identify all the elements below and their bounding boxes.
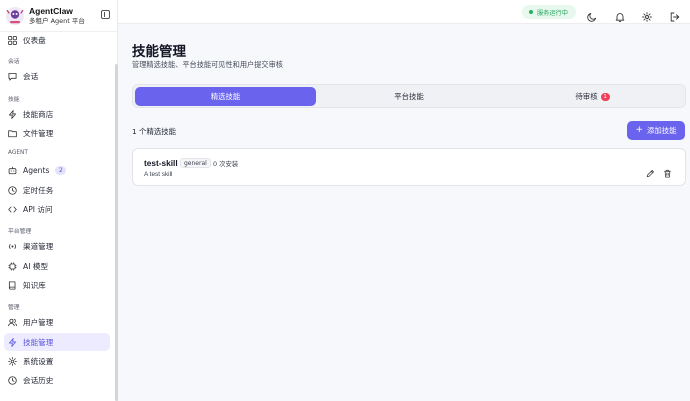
- sidebar-item-ai-models[interactable]: AI 模型: [4, 257, 110, 275]
- plus-icon: +: [635, 125, 643, 135]
- lightning-icon: [8, 109, 17, 119]
- brand-subtitle: 多租户 Agent 平台: [29, 16, 85, 25]
- brand-name: AgentClaw: [29, 5, 73, 16]
- sidebar: AgentClaw 多租户 Agent 平台 仪表盘 会话 会话 技能 技能商店…: [0, 0, 118, 401]
- chat-icon: [8, 72, 17, 81]
- sidebar-item-label: 用户管理: [23, 317, 54, 327]
- sidebar-item-dashboard[interactable]: 仪表盘: [4, 31, 110, 49]
- bot-icon: [8, 166, 17, 175]
- section-label-admin: 管理: [8, 305, 20, 311]
- add-skill-button[interactable]: + 添加技能: [627, 121, 685, 140]
- tab-platform-skills[interactable]: 平台技能: [319, 87, 499, 106]
- skill-tabs: 精选技能 平台技能 待审核 1: [132, 84, 686, 108]
- sidebar-item-agents[interactable]: Agents 2: [4, 161, 110, 179]
- sidebar-scrollbar[interactable]: [115, 64, 118, 401]
- cpu-icon: [8, 262, 17, 271]
- skill-name: test-skill: [144, 158, 178, 168]
- layout-grid-icon: [8, 35, 17, 45]
- users-icon: [8, 318, 17, 327]
- moon-icon[interactable]: [587, 7, 597, 22]
- pending-count-badge: 1: [600, 92, 610, 101]
- sidebar-item-chat[interactable]: 会话: [4, 67, 110, 85]
- sidebar-item-label: 技能商店: [23, 109, 54, 119]
- sidebar-item-session-history[interactable]: 会话历史: [4, 371, 110, 389]
- agentclaw-logo: [5, 6, 25, 26]
- topbar: 服务运行中: [118, 0, 690, 24]
- clock-icon: [8, 185, 17, 195]
- bell-icon[interactable]: [615, 7, 625, 22]
- logout-icon[interactable]: [670, 7, 680, 22]
- sidebar-item-system-settings[interactable]: 系统设置: [4, 352, 110, 370]
- brand: AgentClaw 多租户 Agent 平台: [0, 0, 117, 32]
- lightning-icon: [8, 337, 17, 347]
- page-subtitle: 管理精选技能、平台技能可见性和用户提交审核: [132, 60, 283, 69]
- tab-label: 待审核: [575, 92, 598, 101]
- sidebar-collapse-icon[interactable]: [101, 10, 110, 19]
- tab-pending-review[interactable]: 待审核 1: [502, 87, 683, 106]
- sidebar-item-users[interactable]: 用户管理: [4, 313, 110, 331]
- service-status-badge: 服务运行中: [522, 5, 576, 19]
- book-icon: [8, 280, 17, 290]
- sidebar-item-skill-management[interactable]: 技能管理: [4, 333, 110, 351]
- skill-category-tag: general: [180, 158, 211, 168]
- sidebar-item-label: 会话历史: [23, 375, 54, 385]
- service-status-text: 服务运行中: [537, 9, 568, 17]
- sidebar-item-label: 定时任务: [23, 185, 54, 195]
- history-icon: [8, 375, 17, 385]
- folder-icon: [8, 129, 17, 138]
- section-label-chat: 会话: [8, 59, 20, 65]
- sidebar-item-scheduled-tasks[interactable]: 定时任务: [4, 181, 110, 199]
- tab-featured-skills[interactable]: 精选技能: [135, 87, 316, 106]
- section-label-platform: 平台管理: [8, 229, 32, 235]
- agents-count-badge: 2: [55, 165, 67, 175]
- skill-description: A test skill: [144, 171, 173, 178]
- skill-install-count: 0 次安装: [213, 160, 239, 168]
- sidebar-item-label: 会话: [23, 71, 39, 81]
- skill-card: test-skill general 0 次安装 A test skill: [132, 148, 686, 186]
- trash-icon[interactable]: [663, 163, 672, 178]
- status-dot-icon: [529, 10, 533, 14]
- sidebar-item-label: 文件管理: [23, 128, 54, 138]
- add-skill-label: 添加技能: [646, 126, 677, 135]
- sidebar-item-label: 仪表盘: [23, 35, 46, 45]
- sidebar-item-channels[interactable]: 渠道管理: [4, 237, 110, 255]
- sidebar-item-label: 技能管理: [23, 337, 54, 347]
- gear-icon: [8, 356, 17, 366]
- radio-icon: [8, 242, 17, 251]
- sidebar-item-label: API 访问: [23, 204, 53, 214]
- gear-icon[interactable]: [642, 7, 652, 22]
- page-title: 技能管理: [132, 44, 186, 60]
- sidebar-item-label: AI 模型: [23, 261, 49, 271]
- sidebar-item-api-access[interactable]: API 访问: [4, 200, 110, 218]
- sidebar-item-file-manager[interactable]: 文件管理: [4, 124, 110, 142]
- section-label-skills: 技能: [8, 97, 20, 103]
- sidebar-item-knowledge-base[interactable]: 知识库: [4, 276, 110, 294]
- sidebar-item-label: 系统设置: [23, 356, 54, 366]
- tab-label: 精选技能: [210, 92, 241, 101]
- tab-label: 平台技能: [394, 92, 424, 101]
- section-label-agent: AGENT: [8, 150, 28, 156]
- featured-count-text: 1 个精选技能: [132, 127, 177, 136]
- sidebar-item-label: 知识库: [23, 280, 46, 290]
- edit-icon[interactable]: [646, 163, 655, 178]
- sidebar-item-skill-store[interactable]: 技能商店: [4, 105, 110, 123]
- code-icon: [8, 205, 17, 214]
- sidebar-nav: 仪表盘 会话 会话 技能 技能商店 文件管理 AGENT Agents 2 定时…: [0, 32, 118, 401]
- sidebar-item-label: 渠道管理: [23, 241, 54, 251]
- sidebar-item-label: Agents: [23, 165, 50, 175]
